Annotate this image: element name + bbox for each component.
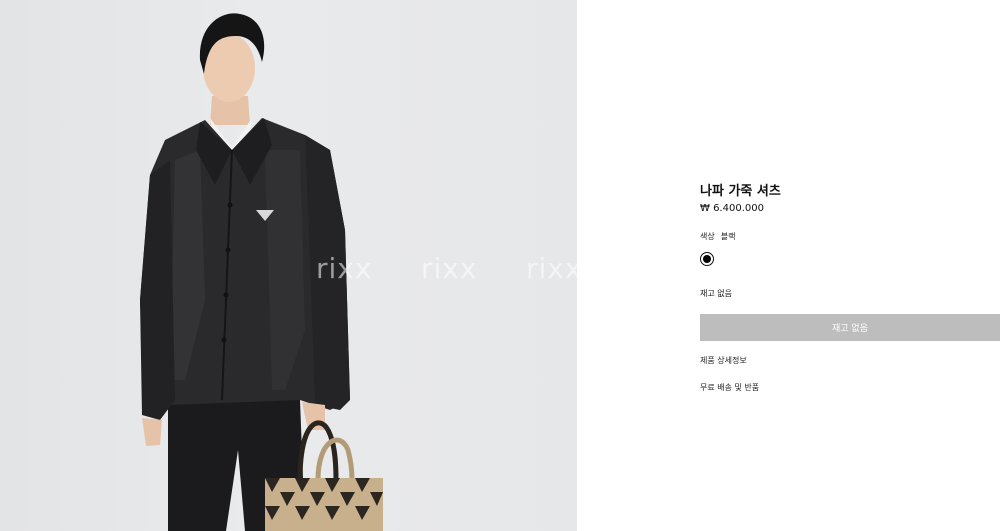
watermark-text: rixx — [526, 252, 577, 285]
product-page: rixx rixx rixx 나파 가죽 셔츠 ₩ 6.400.000 색상 블랙… — [0, 0, 1000, 531]
out-of-stock-button[interactable]: 재고 없음 — [700, 314, 1000, 341]
stock-status: 재고 없음 — [700, 289, 732, 298]
product-details-link[interactable]: 제품 상세정보 — [700, 355, 747, 366]
color-row: 색상 블랙 — [700, 231, 735, 242]
watermark-text: rixx — [421, 252, 478, 285]
color-label: 색상 — [700, 232, 715, 241]
model-illustration — [140, 13, 383, 531]
product-info-panel: 나파 가죽 셔츠 ₩ 6.400.000 색상 블랙 재고 없음 재고 없음 제품… — [577, 0, 1000, 531]
shipping-returns-link[interactable]: 무료 배송 및 반품 — [700, 382, 759, 393]
product-title: 나파 가죽 셔츠 — [700, 184, 781, 199]
color-value: 블랙 — [720, 232, 736, 241]
product-price: ₩ 6.400.000 — [700, 203, 764, 214]
product-image[interactable]: rixx rixx rixx — [0, 0, 577, 531]
color-swatch-black[interactable] — [700, 252, 714, 266]
watermark-text: rixx — [316, 252, 373, 285]
